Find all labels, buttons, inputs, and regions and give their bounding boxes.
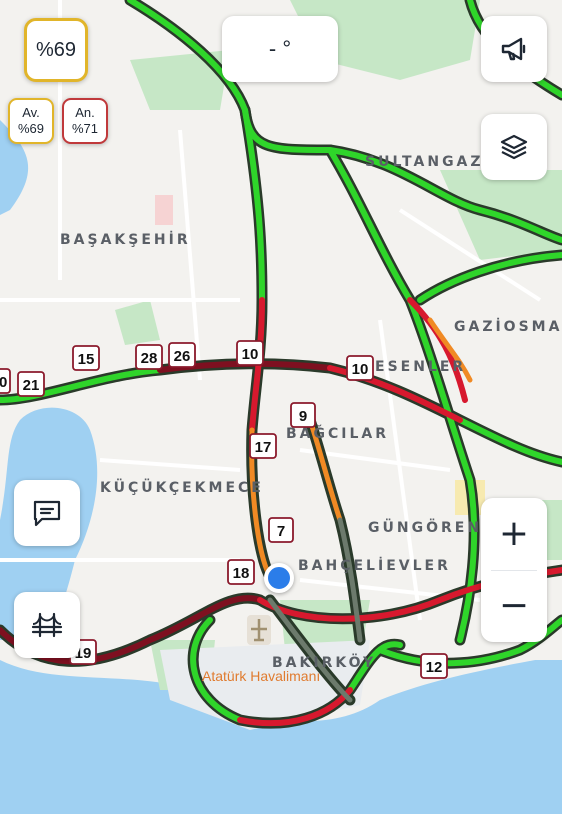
svg-text:7: 7 [277, 523, 285, 540]
svg-text:28: 28 [141, 350, 158, 367]
svg-text:10: 10 [352, 361, 369, 378]
road-sign[interactable]: 20 [0, 368, 11, 394]
park [115, 300, 160, 345]
zoom-out-button[interactable]: − [481, 571, 547, 643]
megaphone-icon [501, 37, 526, 61]
road-sign[interactable]: 10 [236, 340, 264, 366]
temperature-value: - ° [268, 36, 292, 61]
anatolia-value: %71 [71, 121, 99, 136]
district-label-esenler: ESENLER [375, 359, 466, 375]
road-sign[interactable]: 28 [135, 344, 163, 370]
layers-button[interactable] [481, 114, 547, 180]
svg-text:12: 12 [426, 659, 443, 676]
svg-text:18: 18 [233, 565, 250, 582]
plus-icon: + [498, 512, 530, 554]
svg-text:10: 10 [242, 346, 259, 363]
hospital-area [155, 195, 173, 225]
current-location-marker [264, 563, 294, 593]
bridge-icon [31, 612, 63, 638]
road-sign[interactable]: 7 [268, 517, 294, 543]
svg-text:20: 20 [0, 374, 7, 391]
minus-icon: − [498, 585, 530, 627]
airport-icon [247, 615, 271, 645]
bridges-button[interactable] [14, 592, 80, 658]
anatolia-label: An. [75, 105, 95, 120]
district-label-basaksehir: BAŞAKŞEHİR [60, 231, 191, 248]
airport-label: Atatürk Havalimanı [202, 668, 320, 684]
road-sign[interactable]: 18 [227, 559, 255, 585]
road-sign[interactable]: 21 [17, 371, 45, 397]
road-sign[interactable]: 17 [249, 433, 277, 459]
announcements-button[interactable] [481, 16, 547, 82]
road-sign[interactable]: 9 [290, 402, 316, 428]
traffic-index-value: %69 [35, 38, 77, 61]
district-label-gaziosmanpasa: GAZİOSMANPAŞA [454, 318, 562, 335]
layers-icon [500, 134, 528, 160]
road-sign[interactable]: 15 [72, 345, 100, 371]
svg-text:9: 9 [299, 408, 307, 425]
weather-widget[interactable]: - ° [222, 16, 338, 82]
chat-icon [33, 500, 61, 527]
svg-text:26: 26 [174, 348, 191, 365]
svg-text:15: 15 [78, 351, 95, 368]
district-label-bahcelievler: BAHÇELİEVLER [298, 557, 451, 574]
svg-text:21: 21 [23, 377, 40, 394]
feedback-button[interactable] [14, 480, 80, 546]
anatolia-index-badge[interactable]: An. %71 [62, 98, 108, 144]
road-sign[interactable]: 12 [420, 653, 448, 679]
district-label-kucukcekmece: KÜÇÜKÇEKMECE [100, 478, 264, 496]
zoom-control: + − [481, 498, 547, 642]
traffic-index-badge[interactable]: %69 [24, 18, 88, 82]
road-sign[interactable]: 26 [168, 342, 196, 368]
svg-text:17: 17 [255, 439, 272, 456]
average-value: %69 [17, 121, 45, 136]
district-label-sultangazi: SULTANGAZİ [365, 153, 492, 170]
road-sign[interactable]: 10 [346, 355, 374, 381]
district-label-gungoren: GÜNGÖREN [368, 518, 482, 536]
average-index-badge[interactable]: Av. %69 [8, 98, 54, 144]
average-label: Av. [22, 105, 40, 120]
zoom-in-button[interactable]: + [481, 498, 547, 570]
